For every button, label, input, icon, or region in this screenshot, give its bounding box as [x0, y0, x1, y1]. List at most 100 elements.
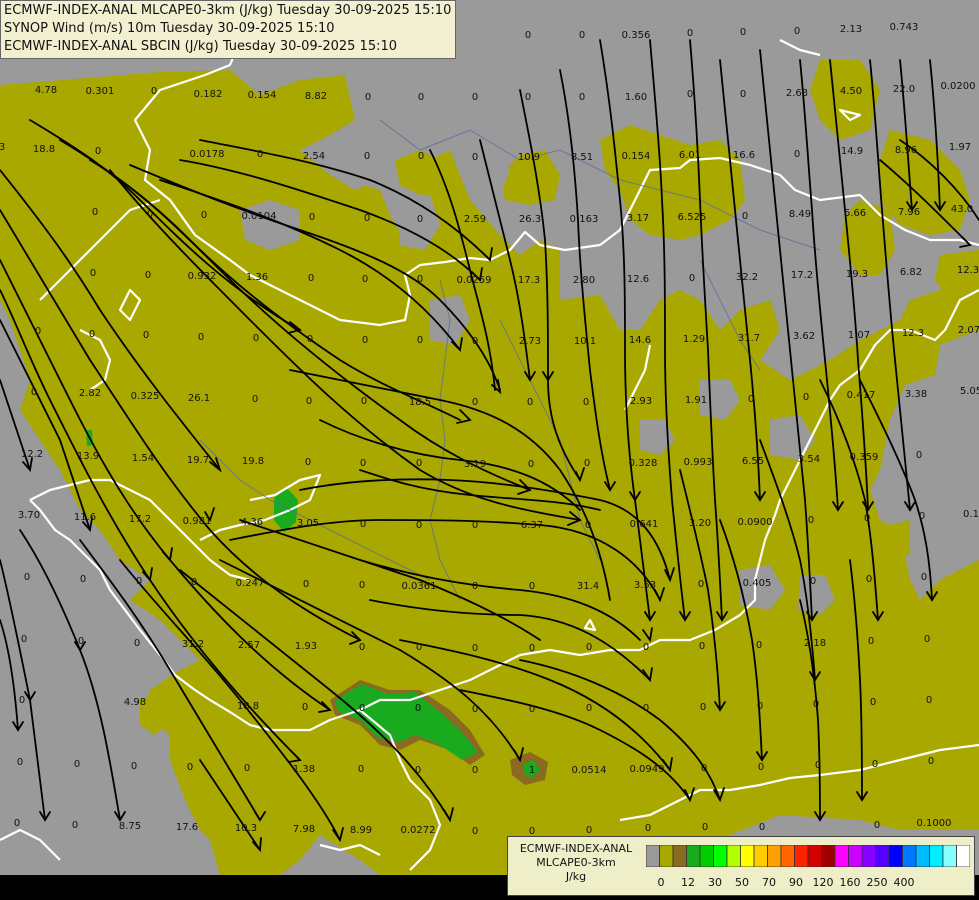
value-label: 4.36	[241, 517, 263, 528]
value-label: 0.0104	[242, 211, 277, 222]
value-label: 0	[472, 92, 478, 103]
value-label: 0	[864, 513, 870, 524]
value-label: 3.05	[297, 518, 319, 529]
value-label: 0	[362, 335, 368, 346]
value-label: 0	[416, 642, 422, 653]
value-label: 0	[362, 274, 368, 285]
value-label: 1.97	[949, 142, 971, 153]
value-label: 1.29	[683, 334, 705, 345]
value-label: 0.163	[570, 214, 599, 225]
value-label: 10.9	[518, 152, 540, 163]
value-label: 0	[529, 704, 535, 715]
legend-tick-label: 250	[867, 876, 888, 889]
value-label: 31.4	[577, 581, 599, 592]
value-label: 2.18	[804, 638, 826, 649]
value-label: 0	[418, 92, 424, 103]
value-label: 0	[813, 699, 819, 710]
legend-tick-label: 120	[813, 876, 834, 889]
value-label: 0	[921, 572, 927, 583]
legend-swatch	[686, 845, 701, 867]
value-label: 0	[143, 330, 149, 341]
legend-swatch	[767, 845, 782, 867]
value-label: 0	[808, 515, 814, 526]
value-label: 0.417	[847, 390, 876, 401]
value-label: 2.63	[786, 88, 808, 99]
value-label: 6.37	[521, 520, 543, 531]
legend-color-bar	[646, 845, 970, 867]
legend-tick-label: 30	[708, 876, 722, 889]
value-label: 0	[257, 149, 263, 160]
legend-title: ECMWF-INDEX-ANAL MLCAPE0-3km J/kg	[508, 842, 644, 884]
legend-swatch	[929, 845, 944, 867]
value-label: 0	[472, 397, 478, 408]
value-label: 0	[252, 394, 258, 405]
value-label: 0	[361, 396, 367, 407]
value-label: 0	[147, 209, 153, 220]
value-label: 0	[698, 579, 704, 590]
value-label: 0	[586, 642, 592, 653]
value-label: 0	[302, 702, 308, 713]
value-label: 0	[579, 92, 585, 103]
legend-swatch	[956, 845, 970, 867]
legend-swatch	[646, 845, 660, 867]
map-header: ECMWF-INDEX-ANAL MLCAPE0-3km (J/kg) Tues…	[0, 0, 457, 59]
value-label: 26.1	[188, 393, 210, 404]
value-label: 0	[151, 86, 157, 97]
value-label: 18.8	[237, 701, 259, 712]
value-label: 4.98	[124, 697, 146, 708]
legend-swatch	[753, 845, 768, 867]
value-label: 2.13	[840, 24, 862, 35]
value-label: 0	[759, 822, 765, 833]
value-label: 0	[72, 820, 78, 831]
value-label: 6.82	[900, 267, 922, 278]
value-label: 0	[527, 397, 533, 408]
value-label: 32.2	[736, 272, 758, 283]
value-label: 0.247	[236, 578, 265, 589]
value-label: 0	[244, 763, 250, 774]
legend-swatch	[780, 845, 795, 867]
legend-swatch	[821, 845, 836, 867]
value-label: 0	[586, 825, 592, 836]
value-label: 0	[134, 638, 140, 649]
legend-swatch	[861, 845, 876, 867]
legend-tick-label: 400	[894, 876, 915, 889]
legend-tick-label: 70	[762, 876, 776, 889]
value-label: 16.6	[733, 150, 755, 161]
value-label: 0	[700, 702, 706, 713]
value-label: 0	[583, 397, 589, 408]
value-label: 3.54	[798, 454, 820, 465]
value-label: 0	[19, 695, 25, 706]
value-label: 0	[89, 329, 95, 340]
value-label: 3.17	[627, 213, 649, 224]
value-label: 8.82	[305, 91, 327, 102]
value-label: 0.1	[963, 509, 979, 520]
value-label: 0	[309, 212, 315, 223]
value-label: 19.8	[242, 456, 264, 467]
value-label: 0	[308, 273, 314, 284]
value-label: 0	[872, 759, 878, 770]
legend-swatch	[794, 845, 809, 867]
value-label: 0	[17, 757, 23, 768]
value-label: 0	[926, 695, 932, 706]
value-label: 0	[579, 30, 585, 41]
legend-swatch	[659, 845, 674, 867]
header-line-wind: SYNOP Wind (m/s) 10m Tuesday 30-09-2025 …	[4, 21, 335, 36]
value-label: 0	[757, 701, 763, 712]
value-label: 3	[0, 142, 5, 153]
value-label: 0	[305, 457, 311, 468]
value-label: 14.6	[629, 335, 651, 346]
value-label: 0	[472, 152, 478, 163]
value-label: 0	[21, 634, 27, 645]
value-label: 0	[528, 459, 534, 470]
value-label: 0	[472, 826, 478, 837]
value-label: 0	[365, 92, 371, 103]
value-label: 1.93	[295, 641, 317, 652]
value-label: 0	[35, 326, 41, 337]
value-label: 0	[529, 581, 535, 592]
value-label: 14.9	[841, 146, 863, 157]
value-label: 12.2	[21, 449, 43, 460]
value-label: 0	[24, 572, 30, 583]
value-label: 0	[701, 763, 707, 774]
value-label: 0	[360, 519, 366, 530]
value-label: 0	[586, 703, 592, 714]
